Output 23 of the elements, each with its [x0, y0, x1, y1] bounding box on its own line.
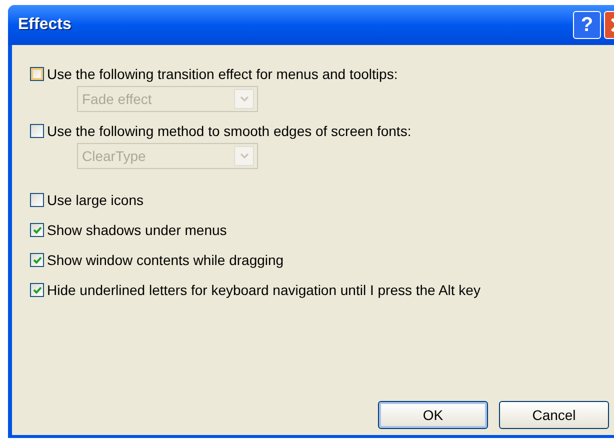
- checkbox[interactable]: [30, 193, 44, 207]
- checkbox[interactable]: [30, 124, 44, 138]
- checkbox[interactable]: [30, 253, 44, 267]
- option-label: Use large icons: [47, 190, 144, 210]
- checkbox[interactable]: [30, 283, 44, 297]
- checkmark-icon: [32, 286, 42, 294]
- dropdown-value: Fade effect: [82, 90, 152, 108]
- chevron-down-icon: [240, 96, 248, 102]
- checkbox[interactable]: [30, 67, 44, 81]
- checkmark-icon: [32, 256, 42, 264]
- option-label: Show window contents while dragging: [47, 250, 284, 270]
- option-label: Use the following method to smooth edges of screen fonts:: [47, 122, 412, 141]
- checkmark-icon: [32, 226, 42, 234]
- option-label: Hide underlined letters for keyboard navigation until I press the Alt key: [47, 280, 480, 300]
- checkbox[interactable]: [30, 223, 44, 237]
- dropdown-value: ClearType: [82, 146, 146, 166]
- chevron-down-icon: [240, 153, 248, 159]
- ok-button[interactable]: OK: [378, 401, 488, 429]
- help-button[interactable]: ?: [573, 11, 601, 39]
- option-label: Use the following transition effect for menus and tooltips:: [47, 64, 398, 84]
- cancel-button[interactable]: Cancel: [499, 401, 609, 429]
- window-title: Effects: [18, 15, 72, 35]
- option-label: Show shadows under menus: [47, 220, 227, 240]
